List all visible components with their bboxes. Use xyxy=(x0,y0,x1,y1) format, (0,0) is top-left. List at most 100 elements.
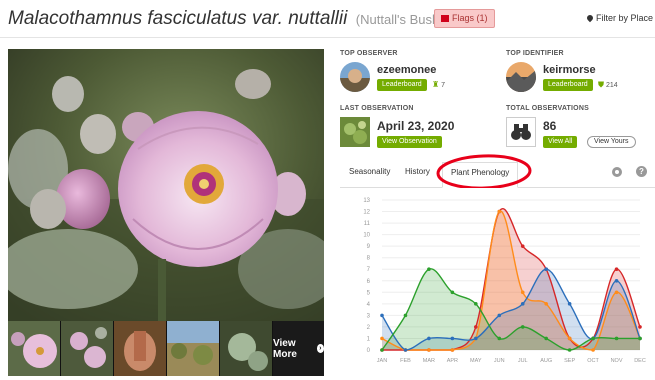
series-4-point[interactable] xyxy=(567,348,572,352)
y-tick-label: 10 xyxy=(363,233,370,239)
series-4-point[interactable] xyxy=(450,290,455,295)
thumbnail-2[interactable] xyxy=(61,321,113,376)
x-tick-label: MAY xyxy=(470,358,482,364)
identifier-leaderboard-button[interactable]: Leaderboard xyxy=(543,79,593,91)
shield-icon: ⛊ xyxy=(598,80,604,89)
series-3-point[interactable] xyxy=(403,348,408,352)
x-tick-label: DEC xyxy=(634,358,646,364)
top-observer-label: TOP OBSERVER xyxy=(340,50,398,57)
x-tick-label: JAN xyxy=(377,358,387,364)
series-2-point[interactable] xyxy=(567,336,572,341)
series-3-point[interactable] xyxy=(520,302,525,306)
y-tick-label: 0 xyxy=(367,348,371,354)
arrow-right-icon: › xyxy=(316,344,324,353)
y-tick-label: 12 xyxy=(363,210,370,216)
view-more-label: View More xyxy=(273,337,297,360)
flag-icon xyxy=(441,15,449,22)
series-3-point[interactable] xyxy=(544,267,548,272)
series-4-point[interactable] xyxy=(591,336,595,341)
y-tick-label: 3 xyxy=(367,313,371,319)
help-icon[interactable]: ? xyxy=(636,166,647,177)
series-2-point[interactable] xyxy=(450,348,455,352)
tab-history[interactable]: History xyxy=(405,167,430,176)
series-4-point[interactable] xyxy=(638,336,642,341)
y-tick-label: 13 xyxy=(363,198,370,204)
last-observation-label: LAST OBSERVATION xyxy=(340,105,414,112)
observer-count-value: 7 xyxy=(441,82,446,89)
series-4-point[interactable] xyxy=(403,313,408,318)
series-3-point[interactable] xyxy=(427,336,431,341)
series-1-point[interactable] xyxy=(638,325,642,329)
series-2-point[interactable] xyxy=(427,348,431,352)
identifier-count-value: 214 xyxy=(605,82,618,89)
series-4-point[interactable] xyxy=(520,325,525,329)
series-4-point[interactable] xyxy=(380,348,384,352)
observer-username[interactable]: ezeemonee xyxy=(377,64,436,76)
series-3-point[interactable] xyxy=(474,336,478,341)
annotation-circle xyxy=(436,154,532,190)
y-tick-label: 1 xyxy=(367,336,371,342)
y-tick-label: 6 xyxy=(367,279,371,285)
series-4-point[interactable] xyxy=(614,336,619,341)
flags-button[interactable]: Flags (1) xyxy=(434,9,495,28)
thumbnail-3[interactable] xyxy=(114,321,166,376)
y-tick-label: 4 xyxy=(367,302,371,308)
thumbnail-1[interactable] xyxy=(8,321,60,376)
series-2-point[interactable] xyxy=(497,209,502,214)
thumbnail-strip: View More › xyxy=(8,321,324,376)
x-tick-label: JUN xyxy=(494,358,505,364)
tab-seasonality[interactable]: Seasonality xyxy=(349,167,390,176)
view-all-button[interactable]: View All xyxy=(543,136,578,148)
x-tick-label: APR xyxy=(447,358,458,364)
view-more-button[interactable]: View More › xyxy=(273,321,324,376)
series-4-point[interactable] xyxy=(427,267,431,272)
binoculars-icon: ♜ xyxy=(432,80,440,89)
series-1-point[interactable] xyxy=(520,244,525,248)
gear-icon[interactable] xyxy=(612,167,622,177)
series-4-point[interactable] xyxy=(497,336,502,341)
series-3-point[interactable] xyxy=(380,313,384,318)
observer-leaderboard-button[interactable]: Leaderboard xyxy=(377,79,427,91)
series-3-point[interactable] xyxy=(614,278,619,283)
series-2-point[interactable] xyxy=(614,290,619,295)
total-observations-value: 86 xyxy=(543,119,557,133)
filter-by-place-button[interactable]: Filter by Place xyxy=(585,13,653,23)
observations-icon-box xyxy=(506,117,536,147)
top-identifier-label: TOP IDENTIFIER xyxy=(506,50,564,57)
series-4-point[interactable] xyxy=(474,302,478,306)
scientific-name: Malacothamnus fasciculatus var. nuttalli… xyxy=(8,8,348,29)
thumbnail-5[interactable] xyxy=(220,321,272,376)
chart-svg: 012345678910111213JAN FEB MAR APR MAY JUN JUL A… xyxy=(363,198,646,364)
series-2-point[interactable] xyxy=(591,348,595,352)
photo-gallery: View More › xyxy=(8,49,324,376)
series-3-point[interactable] xyxy=(567,302,572,306)
y-tick-label: 8 xyxy=(367,256,371,262)
observer-count: ♜ 7 xyxy=(432,80,445,89)
x-tick-label: SEP xyxy=(564,358,575,364)
main-photo[interactable] xyxy=(8,49,324,321)
series-2-point[interactable] xyxy=(380,336,384,341)
series-2-point[interactable] xyxy=(544,302,548,306)
identifier-avatar[interactable] xyxy=(506,62,536,92)
view-observation-button[interactable]: View Observation xyxy=(377,136,442,148)
series-1-point[interactable] xyxy=(614,267,619,272)
series-3-point[interactable] xyxy=(497,313,502,318)
flags-label: Flags (1) xyxy=(452,13,488,23)
x-tick-label: NOV xyxy=(611,358,623,364)
series-1-point[interactable] xyxy=(474,325,478,329)
observer-avatar[interactable] xyxy=(340,62,370,92)
x-tick-label: OCT xyxy=(587,358,599,364)
y-tick-label: 7 xyxy=(367,267,371,273)
identifier-username[interactable]: keirmorse xyxy=(543,64,596,76)
y-tick-label: 9 xyxy=(367,244,371,250)
y-tick-label: 11 xyxy=(364,221,371,227)
binoculars-icon xyxy=(511,124,531,140)
series-3-point[interactable] xyxy=(450,336,455,341)
view-yours-button[interactable]: View Yours xyxy=(587,136,636,148)
thumbnail-4[interactable] xyxy=(167,321,219,376)
x-tick-label: FEB xyxy=(400,358,411,364)
x-tick-label: JUL xyxy=(518,358,528,364)
series-2-point[interactable] xyxy=(520,290,525,295)
last-observation-photo[interactable] xyxy=(340,117,370,147)
series-4-point[interactable] xyxy=(544,336,548,341)
